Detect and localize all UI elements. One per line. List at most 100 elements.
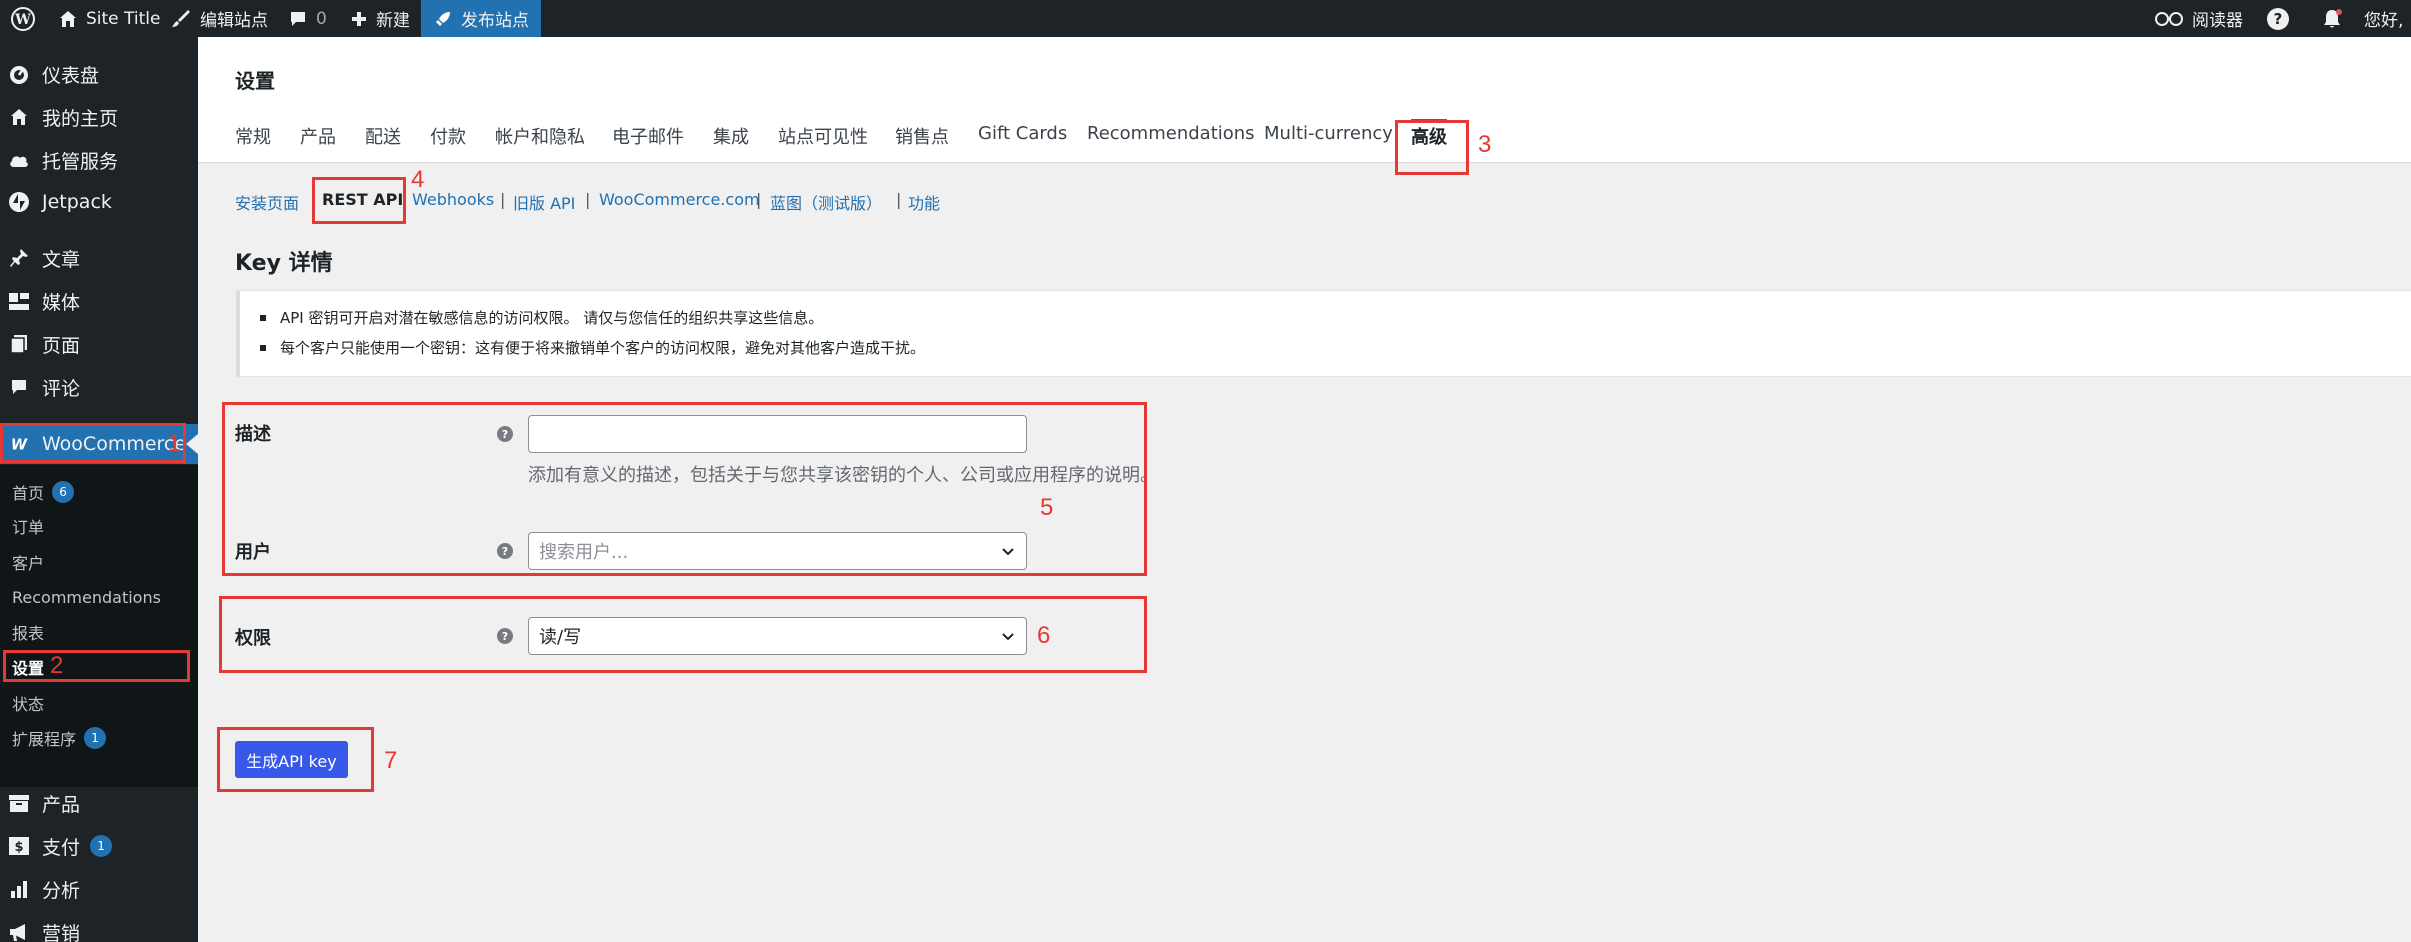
tab-products[interactable]: 产品 [300, 123, 336, 149]
menu-jetpack[interactable]: Jetpack [0, 182, 198, 222]
annotation-number: 5 [1040, 494, 1054, 521]
publish-site-button[interactable]: 发布站点 [421, 0, 541, 37]
active-menu-pointer [186, 434, 198, 454]
menu-payments[interactable]: $ 支付 1 [0, 826, 198, 866]
subnav-blueprint-beta[interactable]: 蓝图（测试版） [770, 190, 882, 214]
page-title: 设置 [235, 69, 275, 93]
submenu-home[interactable]: 首页 6 [12, 477, 75, 507]
tab-site-visibility[interactable]: 站点可见性 [778, 123, 868, 149]
notifications-bell-icon[interactable] [2320, 0, 2344, 37]
annotation-box-generate-button [217, 727, 374, 792]
subnav-features[interactable]: 功能 [908, 190, 940, 214]
submenu-customers[interactable]: 客户 [12, 547, 44, 577]
edit-site-link[interactable]: 编辑站点 [170, 0, 268, 37]
reader-link[interactable]: 阅读器 [2154, 0, 2243, 37]
svg-text:?: ? [2274, 10, 2283, 28]
tab-general[interactable]: 常规 [235, 123, 271, 149]
admin-bar: W Site Title 编辑站点 0 新建 发布站点 阅读器 ? 您好, [0, 0, 2411, 37]
tab-multi-currency[interactable]: Multi-currency [1264, 123, 1393, 144]
reader-label: 阅读器 [2192, 11, 2243, 31]
submenu-reports[interactable]: 报表 [12, 617, 44, 647]
submenu-status[interactable]: 状态 [12, 688, 44, 718]
menu-label: 支付 [42, 836, 81, 859]
tab-point-of-sale[interactable]: 销售点 [895, 123, 949, 149]
annotation-box-woocommerce [0, 423, 186, 463]
submenu-extensions[interactable]: 扩展程序 1 [12, 723, 107, 753]
submenu-label: 订单 [12, 518, 45, 537]
edit-site-label: 编辑站点 [200, 11, 268, 31]
rocket-icon [436, 11, 450, 26]
tab-integration[interactable]: 集成 [713, 123, 749, 149]
tab-emails[interactable]: 电子邮件 [612, 123, 684, 149]
menu-label: Jetpack [42, 191, 112, 213]
help-icon[interactable]: ? [2266, 0, 2290, 37]
menu-posts[interactable]: 文章 [0, 238, 198, 278]
annotation-number: 4 [411, 166, 425, 193]
greeting-label: 您好, [2364, 11, 2404, 31]
wordpress-logo-icon[interactable]: W [10, 0, 36, 37]
annotation-box-rest-api [312, 177, 406, 224]
menu-my-home[interactable]: 我的主页 [0, 97, 198, 137]
new-content-link[interactable]: 新建 [350, 0, 410, 37]
key-details-heading: Key 详情 [235, 251, 333, 276]
home-icon [60, 10, 76, 27]
admin-sidebar: 仪表盘 我的主页 托管服务 Jetpack 文章 媒体 页面 评论 W WooC… [0, 37, 198, 942]
subnav-legacy-api[interactable]: 旧版 API [513, 190, 575, 214]
subnav-separator: | [756, 190, 762, 209]
tab-recommendations[interactable]: Recommendations [1087, 123, 1255, 144]
page-icon [8, 333, 30, 355]
menu-comments[interactable]: 评论 [0, 367, 198, 407]
menu-hosting[interactable]: 托管服务 [0, 140, 198, 180]
tab-shipping[interactable]: 配送 [365, 123, 401, 149]
subnav-page-setup[interactable]: 安装页面 [235, 190, 299, 214]
menu-media[interactable]: 媒体 [0, 281, 198, 321]
menu-pages[interactable]: 页面 [0, 324, 198, 364]
menu-label: 媒体 [42, 291, 81, 314]
home-count-badge: 6 [52, 481, 75, 503]
annotation-number: 7 [384, 747, 398, 774]
publish-label: 发布站点 [461, 11, 529, 31]
comments-link[interactable]: 0 [288, 0, 327, 37]
menu-products[interactable]: 产品 [0, 783, 198, 823]
menu-label: 托管服务 [42, 150, 119, 173]
pin-icon [8, 247, 30, 269]
tab-accounts-privacy[interactable]: 帐户和隐私 [495, 123, 585, 149]
megaphone-icon [8, 921, 30, 942]
brush-icon [172, 9, 190, 27]
annotation-box-settings [3, 650, 190, 682]
notice-line: 每个客户只能使用一个密钥：这有便于将来撤销单个客户的访问权限，避免对其他客户造成… [260, 337, 925, 358]
menu-label: 评论 [42, 377, 81, 400]
menu-label: 营销 [42, 922, 81, 942]
menu-analytics[interactable]: 分析 [0, 869, 198, 909]
site-title-link[interactable]: Site Title [58, 0, 160, 37]
menu-marketing[interactable]: 营销 [0, 912, 198, 942]
annotation-box-key-form [222, 402, 1147, 576]
notice-text: API 密钥可开启对潜在敏感信息的访问权限。 请仅与您信任的组织共享这些信息。 [280, 309, 824, 327]
new-label: 新建 [376, 11, 410, 31]
menu-label: 文章 [42, 248, 81, 271]
site-title: Site Title [86, 8, 161, 29]
home-icon [8, 106, 30, 128]
notice-text: 每个客户只能使用一个密钥：这有便于将来撤销单个客户的访问权限，避免对其他客户造成… [280, 339, 926, 357]
annotation-number: 3 [1478, 131, 1492, 158]
submenu-orders[interactable]: 订单 [12, 511, 44, 541]
tab-gift-cards[interactable]: Gift Cards [978, 123, 1067, 144]
payments-count-badge: 1 [90, 835, 113, 857]
annotation-number: 6 [1037, 622, 1051, 649]
submenu-label: 报表 [12, 624, 45, 643]
dashboard-icon [8, 63, 30, 85]
menu-label: 分析 [42, 879, 81, 902]
svg-text:W: W [14, 12, 31, 28]
menu-dashboard[interactable]: 仪表盘 [0, 54, 198, 94]
annotation-box-advanced-tab [1395, 120, 1469, 175]
comment-icon [8, 376, 30, 398]
account-greeting[interactable]: 您好, [2364, 0, 2403, 37]
menu-label: 仪表盘 [42, 64, 100, 87]
extensions-count-badge: 1 [84, 727, 107, 749]
subnav-separator: | [896, 190, 902, 209]
annotation-number: 2 [50, 652, 64, 679]
tab-payments[interactable]: 付款 [430, 123, 466, 149]
submenu-recommendations[interactable]: Recommendations [12, 582, 161, 612]
subnav-woocommerce-com[interactable]: WooCommerce.com [599, 190, 760, 209]
notice-line: API 密钥可开启对潜在敏感信息的访问权限。 请仅与您信任的组织共享这些信息。 [260, 307, 823, 328]
